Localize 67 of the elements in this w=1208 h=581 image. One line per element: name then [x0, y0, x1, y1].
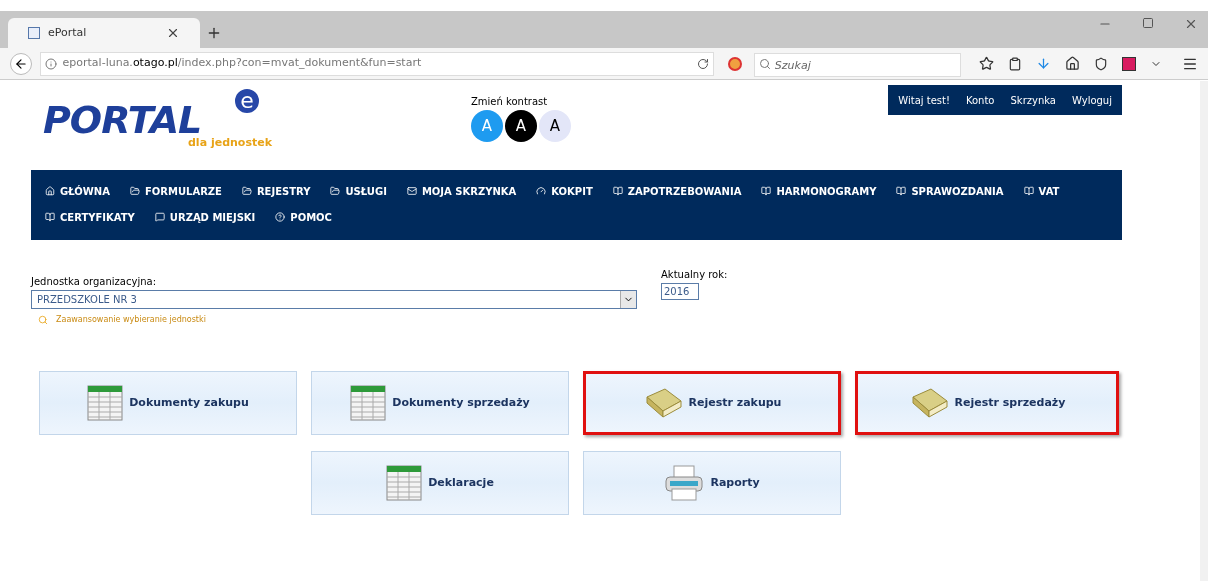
menu-item[interactable]: CERTYFIKATY	[45, 204, 135, 230]
menu-item[interactable]: GŁÓWNA	[45, 178, 110, 204]
tab-title: ePortal	[48, 24, 88, 41]
menu-item[interactable]: SPRAWOZDANIA	[896, 178, 1004, 204]
menu-item[interactable]: ZAPOTRZEBOWANIA	[612, 178, 742, 204]
home-icon	[45, 186, 55, 196]
browser-tab[interactable]: ePortal	[8, 18, 200, 48]
menu-item[interactable]: FORMULARZE	[129, 178, 222, 204]
mail-icon	[406, 186, 417, 196]
module-tile[interactable]: Raporty	[583, 451, 841, 515]
unit-label: Jednostka organizacyjna:	[31, 275, 157, 289]
spreadsheet-icon	[87, 385, 124, 421]
reload-icon[interactable]	[697, 57, 710, 70]
close-icon[interactable]	[166, 26, 180, 40]
greeting-text: Witaj test!	[898, 93, 950, 108]
menu-item[interactable]: HARMONOGRAMY	[761, 178, 877, 204]
help-icon	[275, 212, 286, 222]
close-icon[interactable]	[1184, 17, 1198, 31]
module-tile[interactable]: Rejestr zakupu	[583, 371, 841, 435]
book-icon	[612, 186, 623, 196]
extension-icon[interactable]	[1122, 56, 1136, 71]
year-field[interactable]: 2016	[661, 283, 699, 300]
module-tile[interactable]: Dokumenty zakupu	[39, 371, 297, 435]
comment-icon	[154, 212, 165, 222]
home-icon[interactable]	[1065, 56, 1080, 71]
clipboard-icon[interactable]	[1008, 56, 1022, 71]
menu-item[interactable]: VAT	[1023, 178, 1060, 204]
folder-icon	[241, 186, 252, 196]
search-field[interactable]: Szukaj	[753, 53, 961, 77]
printer-icon	[664, 465, 705, 501]
book-icon	[1023, 186, 1034, 196]
module-tile[interactable]: Dokumenty sprzedaży	[311, 371, 569, 435]
spreadsheet-icon	[350, 385, 387, 421]
search-icon	[758, 57, 771, 70]
menu-item[interactable]: MOJA SKRZYNKA	[406, 178, 517, 204]
module-tile[interactable]: Deklaracje	[311, 451, 569, 515]
download-icon[interactable]	[1036, 56, 1051, 71]
book-icon	[45, 212, 55, 222]
gauge-icon	[536, 186, 547, 196]
user-menu-link[interactable]: Skrzynka	[1010, 92, 1056, 108]
folder-icon	[330, 186, 341, 196]
menu-item[interactable]: URZĄD MIEJSKI	[154, 204, 256, 230]
user-menu-link[interactable]: Konto	[965, 92, 995, 108]
contrast-button[interactable]: A	[539, 110, 571, 142]
unit-select[interactable]: PRZEDSZKOLE NR 3	[31, 290, 637, 309]
logo-badge: e	[233, 87, 261, 115]
menu-item[interactable]: POMOC	[275, 204, 332, 230]
info-icon	[44, 57, 57, 70]
year-label: Aktualny rok:	[661, 268, 728, 282]
spreadsheet-icon	[386, 465, 423, 501]
contrast-label: Zmień kontrast	[471, 95, 549, 109]
menu-item[interactable]: USŁUGI	[330, 178, 387, 204]
menu-item[interactable]: REJESTRY	[241, 178, 311, 204]
book-icon	[761, 186, 772, 196]
book-icon	[896, 186, 907, 196]
favicon-icon	[28, 27, 40, 39]
folder-icon	[129, 186, 140, 196]
address-bar[interactable]: eportal-luna.otago.pl/index.php?con=mvat_dokument&fun=start	[39, 51, 715, 76]
module-tile[interactable]: Rejestr sprzedaży	[855, 371, 1119, 435]
bookmark-star-icon[interactable]	[979, 56, 994, 71]
user-menu-link[interactable]: Wyloguj	[1072, 92, 1112, 108]
search-icon	[38, 315, 48, 325]
url-text: eportal-luna.otago.pl/index.php?con=mvat_dokument&fun=start	[62, 55, 423, 72]
menu-item[interactable]: KOKPIT	[536, 178, 593, 204]
new-tab-icon[interactable]	[206, 25, 222, 41]
maximize-icon[interactable]	[1142, 17, 1154, 29]
contrast-button[interactable]: A	[505, 110, 537, 142]
